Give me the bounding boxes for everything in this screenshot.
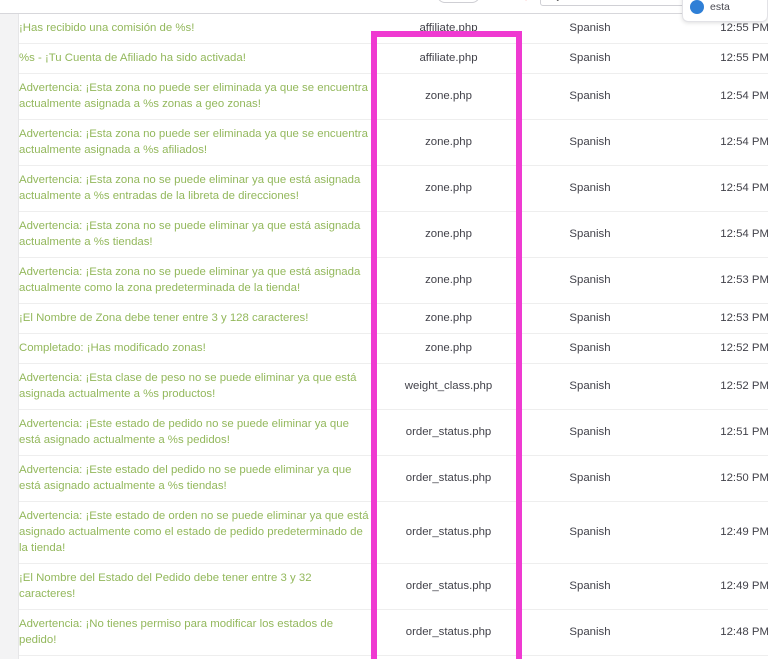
activity-time-cell: 12:47 PM	[654, 656, 768, 659]
activity-message-cell: Advertencia: ¡Esta zona no se puede elim…	[19, 266, 361, 294]
activity-time-cell: 12:51 PM	[720, 426, 768, 438]
activity-file-cell: order_status.php	[405, 472, 492, 484]
activity-time-cell: 12:54 PM	[720, 182, 768, 194]
search-input-placeholder[interactable]: Buscar	[564, 0, 598, 2]
table-row[interactable]: Advertencia: ¡Esta zona no se puede elim…	[19, 258, 768, 304]
activity-language-cell: Spanish	[569, 472, 611, 484]
activity-file-cell: affiliate.php	[419, 22, 478, 34]
activity-time-cell: 12:53 PM	[720, 312, 768, 324]
activity-language-cell: Spanish	[569, 626, 611, 638]
table-row[interactable]: Advertencia: ¡No tienes permiso para mod…	[19, 610, 768, 656]
table-row[interactable]: Advertencia: ¡Esta zona no se puede elim…	[19, 212, 768, 258]
table-row[interactable]: Advertencia: ¡Este estado del pedido no …	[19, 456, 768, 502]
activity-language-cell: Spanish	[569, 52, 611, 64]
search-icon: 🔍	[547, 0, 559, 2]
activity-file-cell: zone.php	[425, 274, 472, 286]
activity-file-cell: order_status.php	[405, 580, 492, 592]
table-row[interactable]: ¡El Nombre del Estado del Pedido debe te…	[19, 564, 768, 610]
account-avatar-icon	[690, 0, 704, 14]
activity-message-cell: ¡El Nombre de Zona debe tener entre 3 y …	[19, 312, 309, 324]
activity-file-cell: weight_class.php	[404, 380, 493, 392]
activity-time-cell: 12:50 PM	[720, 472, 768, 484]
activity-message-cell: %s - ¡Tu Cuenta de Afiliado ha sido acti…	[19, 52, 246, 64]
activity-file-cell: order_status.php	[405, 426, 492, 438]
activity-message-cell: Advertencia: ¡Este estado del pedido no …	[19, 464, 352, 492]
activity-message-cell: Advertencia: ¡Esta zona no se puede elim…	[19, 220, 361, 248]
activity-language-cell: Spanish	[569, 228, 611, 240]
activity-language-cell: Spanish	[569, 580, 611, 592]
activity-language-cell: Spanish	[569, 136, 611, 148]
activity-language-cell: Spanish	[569, 90, 611, 102]
table-row[interactable]: Completado: ¡Has modificado zonas! zone.p…	[19, 334, 768, 364]
table-row[interactable]: Advertencia: ¡Esta zona no puede ser eli…	[19, 120, 768, 166]
table-row[interactable]: Completado ¡Haa modificado los estados d…	[19, 656, 768, 659]
activity-message-cell: Advertencia: ¡Esta zona no puede ser eli…	[19, 128, 368, 156]
activity-file-cell: order_status.php	[405, 526, 492, 538]
activity-message-cell: ¡Has recibido una comisión de %s!	[19, 22, 195, 34]
activity-time-cell: 12:54 PM	[720, 228, 768, 240]
activity-content-panel: ¡Has recibido una comisión de %s! affilia…	[18, 14, 768, 659]
activity-time-cell: 12:49 PM	[720, 580, 768, 592]
activity-file-cell: zone.php	[425, 312, 472, 324]
activity-language-cell: Spanish	[569, 274, 611, 286]
activity-table: ¡Has recibido una comisión de %s! affilia…	[19, 14, 768, 659]
activity-message-cell: Advertencia: ¡Esta clase de peso no se p…	[19, 372, 357, 400]
table-row[interactable]: ¡Has recibido una comisión de %s! affilia…	[19, 14, 768, 44]
activity-file-cell: affiliate.php	[419, 52, 478, 64]
activity-time-cell: 12:52 PM	[720, 342, 768, 354]
activity-language-cell: Spanish	[569, 526, 611, 538]
table-row[interactable]: Advertencia: ¡Este estado de pedido no s…	[19, 410, 768, 456]
activity-message-cell: ¡El Nombre del Estado del Pedido debe te…	[19, 572, 312, 600]
activity-message-cell: Advertencia: ¡Este estado de orden no se…	[19, 510, 369, 554]
account-notification-popup[interactable]: esta	[682, 0, 768, 22]
table-row[interactable]: %s - ¡Tu Cuenta de Afiliado ha sido acti…	[19, 44, 768, 74]
table-row[interactable]: Advertencia: ¡Esta zona no se puede elim…	[19, 166, 768, 212]
activity-time-cell: 12:54 PM	[720, 136, 768, 148]
browser-chrome: in.com/profile/lokomotion/activity 120% …	[0, 0, 768, 14]
activity-file-cell: zone.php	[425, 136, 472, 148]
activity-time-cell: 12:53 PM	[720, 274, 768, 286]
activity-language-cell: Spanish	[569, 22, 611, 34]
table-row[interactable]: Advertencia: ¡Esta zona no puede ser eli…	[19, 74, 768, 120]
activity-file-cell: zone.php	[425, 228, 472, 240]
activity-file-cell: zone.php	[425, 342, 472, 354]
activity-file-cell: order_status.php	[371, 656, 526, 659]
table-row[interactable]: Advertencia: ¡Esta clase de peso no se p…	[19, 364, 768, 410]
activity-message-cell: Advertencia: ¡No tienes permiso para mod…	[19, 618, 334, 646]
activity-language-cell: Spanish	[569, 312, 611, 324]
activity-message-cell: Advertencia: ¡Este estado de pedido no s…	[19, 418, 349, 446]
activity-time-cell: 12:49 PM	[720, 526, 768, 538]
activity-message-cell: Completado: ¡Has modificado zonas!	[19, 342, 206, 354]
activity-file-cell: zone.php	[425, 182, 472, 194]
activity-language-cell: Spanish	[569, 342, 611, 354]
activity-message-cell: Advertencia: ¡Esta zona no puede ser eli…	[19, 82, 368, 110]
activity-language-cell: Spanish	[569, 380, 611, 392]
activity-message-cell: Completado ¡Haa modificado los estados d…	[19, 656, 371, 659]
zoom-level-badge[interactable]: 120%	[437, 0, 480, 3]
activity-language-cell: Spanish	[569, 426, 611, 438]
activity-language-cell: Spanish	[526, 656, 654, 659]
activity-language-cell: Spanish	[569, 182, 611, 194]
table-row[interactable]: Advertencia: ¡Este estado de orden no se…	[19, 502, 768, 564]
activity-time-cell: 12:54 PM	[720, 90, 768, 102]
activity-file-cell: zone.php	[425, 90, 472, 102]
activity-time-cell: 12:52 PM	[720, 380, 768, 392]
page-background: ¡Has recibido una comisión de %s! affilia…	[0, 14, 768, 659]
notification-text: esta	[710, 1, 730, 13]
activity-file-cell: order_status.php	[405, 626, 492, 638]
table-row[interactable]: ¡El Nombre de Zona debe tener entre 3 y …	[19, 304, 768, 334]
activity-message-cell: Advertencia: ¡Esta zona no se puede elim…	[19, 174, 361, 202]
activity-time-cell: 12:55 PM	[720, 52, 768, 64]
activity-time-cell: 12:48 PM	[720, 626, 768, 638]
